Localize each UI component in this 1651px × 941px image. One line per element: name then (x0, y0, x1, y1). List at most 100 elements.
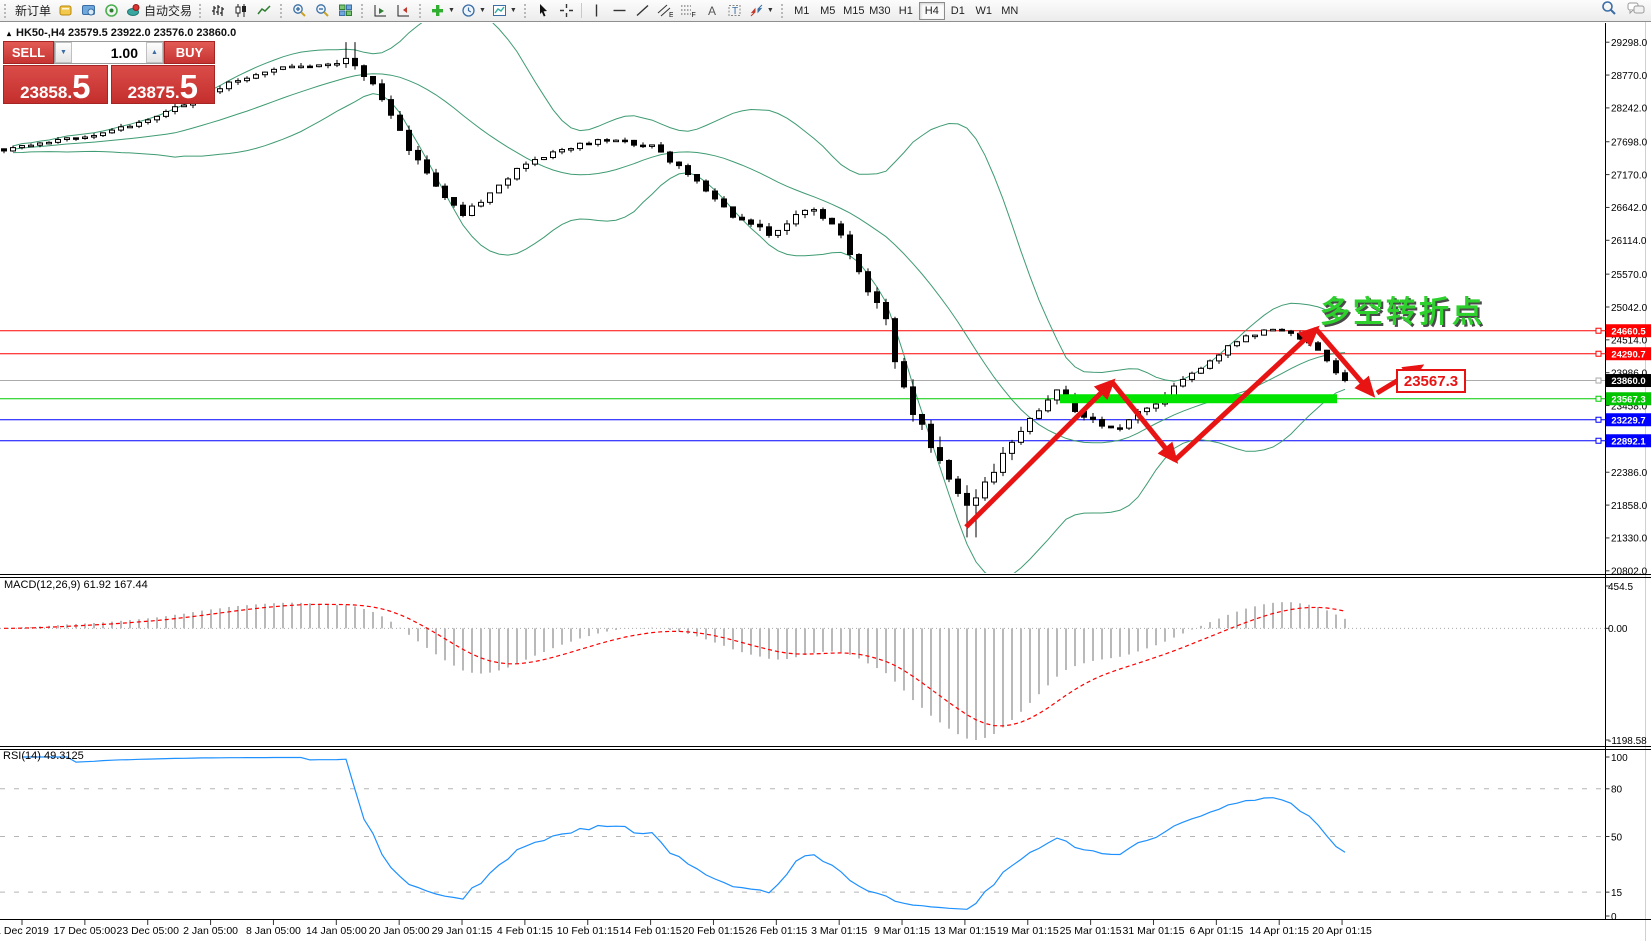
zoom-out-button[interactable] (311, 1, 334, 21)
candle (1217, 354, 1222, 364)
new-order-button[interactable]: 新订单 (12, 1, 54, 21)
history-center-icon[interactable] (54, 1, 77, 21)
support-level-box[interactable]: 23567.3 (1396, 369, 1466, 393)
toolbar-grip[interactable] (199, 4, 204, 18)
timeframe-M1[interactable]: M1 (789, 2, 815, 20)
collapse-panel-icon[interactable]: ▴ (7, 29, 11, 38)
candle (380, 79, 385, 101)
vertical-line-tool-button[interactable] (585, 1, 608, 21)
time-axis-label: 25 Mar 01:15 (1060, 925, 1122, 937)
arrows-tool-button[interactable]: ▼ (746, 1, 777, 21)
price-tick-label: 20802.0 (1611, 567, 1648, 578)
dropdown-caret-icon: ▼ (479, 7, 486, 14)
candle (1325, 350, 1330, 363)
candle (1262, 329, 1267, 335)
candle (1298, 330, 1303, 340)
auto-scroll-button[interactable] (369, 1, 392, 21)
signals-icon[interactable] (100, 1, 123, 21)
trendline-tool-button[interactable] (631, 1, 654, 21)
toolbar-grip[interactable] (280, 4, 285, 18)
templates-button[interactable]: ▼ (489, 1, 520, 21)
candle (470, 203, 475, 216)
text-tool-button[interactable]: A (700, 1, 723, 21)
chart-canvas[interactable]: 29298.028770.028242.027698.027170.026642… (0, 0, 1651, 941)
candle (227, 81, 232, 91)
price-tick-label: 28242.0 (1611, 104, 1648, 115)
chat-icon[interactable] (1627, 1, 1645, 21)
volume-increase-button[interactable]: ▲ (146, 42, 163, 63)
timeframe-M30[interactable]: M30 (867, 2, 893, 20)
fibonacci-tool-button[interactable]: F (677, 1, 700, 21)
candle (785, 220, 790, 235)
candle (821, 208, 826, 221)
candle (1037, 408, 1042, 419)
toolbar-grip[interactable] (524, 4, 529, 18)
bar-chart-type-button[interactable] (207, 1, 230, 21)
volume-input[interactable]: 1.00 (72, 42, 146, 63)
timeframe-W1[interactable]: W1 (971, 2, 997, 20)
toolbar-grip[interactable] (419, 4, 424, 18)
price-tag-text: 23860.0 (1611, 376, 1645, 387)
price-tick-label: 22386.0 (1611, 468, 1648, 479)
turning-point-annotation[interactable]: 多空转折点 (1320, 287, 1485, 331)
timeframe-D1[interactable]: D1 (945, 2, 971, 20)
search-icon[interactable] (1601, 0, 1617, 21)
toolbar-grip[interactable] (361, 4, 366, 18)
candle (272, 67, 277, 75)
price-tag-text: 22892.1 (1611, 436, 1646, 447)
candle (956, 476, 961, 497)
autotrading-button[interactable]: 自动交易 (123, 1, 195, 21)
chart-shift-button[interactable] (392, 1, 415, 21)
candle (29, 144, 34, 147)
candle (515, 168, 520, 181)
candlestick-type-button[interactable] (230, 1, 253, 21)
horizontal-line-tool-button[interactable] (608, 1, 631, 21)
candle (560, 148, 565, 154)
candle (1226, 345, 1231, 358)
timeframe-H4[interactable]: H4 (919, 2, 945, 20)
equidistant-channel-tool-button[interactable]: E (654, 1, 677, 21)
candle (965, 485, 970, 537)
timeframe-M15[interactable]: M15 (841, 2, 867, 20)
add-indicator-button[interactable]: ▼ (427, 1, 458, 21)
macd-axis-label: 454.5 (1608, 582, 1633, 593)
sell-button[interactable]: SELL (3, 41, 54, 64)
periods-button[interactable]: ▼ (458, 1, 489, 21)
level-handle (1596, 328, 1601, 333)
candle (713, 188, 718, 201)
tile-windows-button[interactable] (334, 1, 357, 21)
text-label-tool-button[interactable]: T (723, 1, 746, 21)
volume-decrease-button[interactable]: ▼ (55, 42, 72, 63)
toolbar-grip[interactable] (4, 4, 9, 18)
trend-arrows[interactable] (966, 329, 1420, 527)
ask-price-box[interactable]: 23875.5 (111, 65, 216, 104)
candle (461, 202, 466, 217)
timeframe-H1[interactable]: H1 (893, 2, 919, 20)
candle (677, 161, 682, 169)
candle (767, 223, 772, 238)
time-axis-label: 10 Feb 01:15 (557, 925, 619, 937)
candle (1046, 395, 1051, 412)
candle (1244, 334, 1249, 342)
toolbar-grip[interactable] (781, 4, 786, 18)
timeframe-MN[interactable]: MN (997, 2, 1023, 20)
timeframe-M5[interactable]: M5 (815, 2, 841, 20)
price-tag-text: 24290.7 (1611, 349, 1645, 360)
candle (587, 142, 592, 145)
candle (623, 138, 628, 144)
candle (650, 145, 655, 149)
crosshair-tool-button[interactable] (555, 1, 578, 21)
trading-platform-window: 新订单 自动交易 (0, 0, 1651, 941)
market-watch-icon[interactable] (77, 1, 100, 21)
candle (776, 230, 781, 238)
time-axis-label: 8 Jan 05:00 (246, 925, 301, 937)
candle (173, 104, 178, 115)
candle (47, 141, 52, 144)
bid-price-box[interactable]: 23858.5 (3, 65, 108, 104)
price-axis[interactable]: 29298.028770.028242.027698.027170.026642… (1606, 22, 1651, 941)
buy-button[interactable]: BUY (164, 41, 215, 64)
cursor-tool-button[interactable] (532, 1, 555, 21)
candle (245, 76, 250, 82)
line-chart-type-button[interactable] (253, 1, 276, 21)
zoom-in-button[interactable] (288, 1, 311, 21)
